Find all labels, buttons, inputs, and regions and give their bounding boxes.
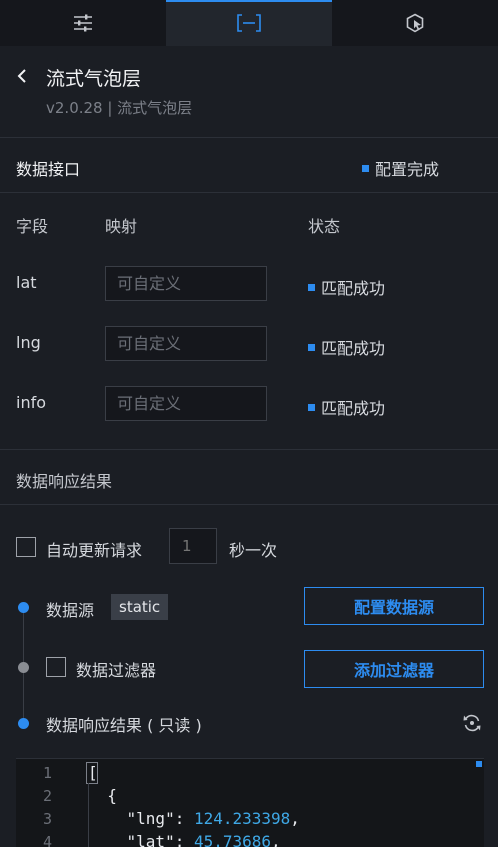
tab-bar: [0, 0, 498, 46]
bracket-data-icon: [237, 14, 261, 32]
line-number: 1: [42, 764, 52, 782]
field-status-lng: 匹配成功: [308, 335, 385, 359]
code-line: "lng": 124.233398,: [88, 809, 300, 828]
sliders-icon: [74, 14, 92, 32]
field-status-text: 匹配成功: [321, 339, 386, 358]
code-line: {: [88, 786, 117, 805]
field-name-lat: lat: [16, 273, 37, 292]
config-data-source-button[interactable]: 配置数据源: [304, 587, 484, 625]
mapping-input-info[interactable]: [105, 386, 267, 421]
component-version: v2.0.28 | 流式气泡层: [46, 99, 193, 117]
field-status-text: 匹配成功: [321, 279, 386, 298]
status-dot-icon: [362, 164, 369, 172]
field-status-text: 匹配成功: [321, 399, 386, 418]
interval-input[interactable]: [169, 528, 217, 564]
code-editor[interactable]: 1 2 3 4 [ { "lng": 124.233398, "lat": 45…: [16, 758, 484, 847]
code-punct: ,: [290, 809, 300, 828]
mapping-input-lat[interactable]: [105, 266, 267, 301]
field-status-lat: 匹配成功: [308, 275, 385, 299]
timeline-dot-source: [18, 602, 29, 613]
data-api-row[interactable]: 数据接口 配置完成: [0, 138, 498, 193]
back-arrow-icon[interactable]: [14, 68, 30, 84]
col-head-mapping: 映射: [105, 217, 138, 236]
component-header: 流式气泡层 v2.0.28 | 流式气泡层: [0, 46, 498, 138]
data-source-tag: static: [111, 594, 169, 620]
col-head-status: 状态: [308, 217, 341, 236]
api-status: 配置完成: [362, 156, 439, 180]
data-source-label: 数据源: [46, 601, 95, 620]
field-name-info: info: [16, 393, 47, 412]
code-line: "lat": 45.73686,: [88, 832, 281, 847]
response-section-title: 数据响应结果: [16, 472, 113, 491]
line-number-gutter: 1 2 3 4: [16, 759, 72, 847]
line-number: 3: [42, 810, 52, 828]
tab-data-config[interactable]: [166, 0, 332, 46]
line-number: 2: [42, 787, 52, 805]
code-line: [: [88, 763, 98, 782]
code-key: "lat":: [88, 832, 194, 847]
data-filter-label: 数据过滤器: [76, 661, 157, 680]
code-number: 124.233398: [193, 809, 291, 828]
editor-scrollbar[interactable]: [476, 761, 482, 767]
status-dot-icon: [308, 403, 315, 411]
code-punct: ,: [271, 832, 281, 847]
code-number: 45.73686: [193, 832, 272, 847]
response-result-label: 数据响应结果 ( 只读 ): [46, 716, 202, 735]
refresh-icon[interactable]: [462, 713, 482, 733]
data-filter-checkbox[interactable]: [46, 657, 66, 677]
divider: [0, 504, 498, 505]
col-head-field: 字段: [16, 217, 49, 236]
auto-update-label: 自动更新请求: [46, 541, 143, 560]
auto-update-checkbox[interactable]: [16, 537, 36, 557]
mapping-input-lng[interactable]: [105, 326, 267, 361]
code-key: "lng":: [88, 809, 194, 828]
add-filter-button[interactable]: 添加过滤器: [304, 650, 484, 688]
interval-unit-label: 秒一次: [229, 541, 278, 560]
tab-interaction-config[interactable]: [332, 0, 498, 46]
divider: [0, 449, 498, 450]
status-dot-icon: [308, 343, 315, 351]
api-status-text: 配置完成: [375, 160, 440, 179]
field-name-lng: lng: [16, 333, 41, 352]
component-title: 流式气泡层: [46, 68, 142, 90]
status-dot-icon: [308, 283, 315, 291]
field-status-info: 匹配成功: [308, 395, 385, 419]
tab-style-config[interactable]: [0, 0, 166, 46]
line-number: 4: [42, 833, 52, 847]
timeline-dot-result: [18, 718, 29, 729]
interaction-icon: [406, 13, 424, 33]
data-api-label: 数据接口: [16, 160, 81, 179]
timeline-dot-filter: [18, 662, 29, 673]
